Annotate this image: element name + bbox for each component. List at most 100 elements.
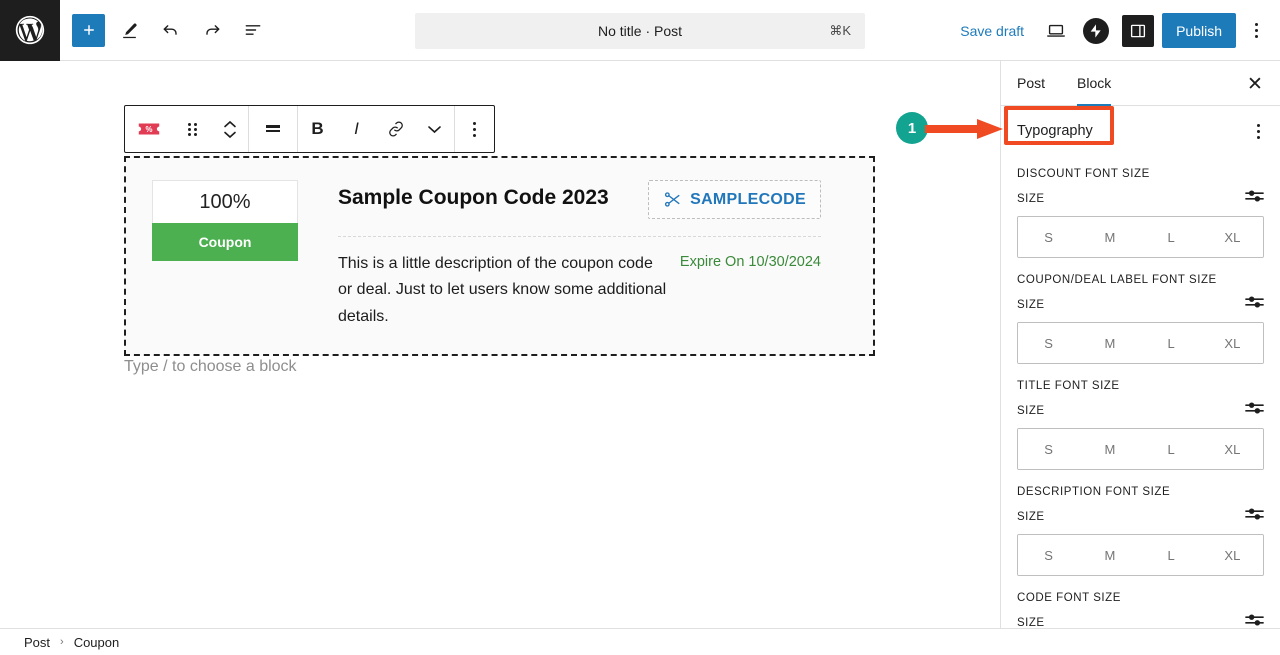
annotation-arrow-right-icon <box>925 119 1003 139</box>
size-option-s[interactable]: S <box>1018 323 1080 363</box>
undo-icon[interactable] <box>154 14 187 47</box>
document-overview-icon[interactable] <box>236 14 269 47</box>
italic-label: I <box>354 119 359 138</box>
drag-dots-icon[interactable] <box>173 106 212 152</box>
size-option-s[interactable]: S <box>1018 535 1080 575</box>
empty-paragraph-placeholder[interactable]: Type / to choose a block <box>124 358 297 376</box>
coupon-title[interactable]: Sample Coupon Code 2023 <box>338 180 609 210</box>
settings-sidebar-icon[interactable] <box>1122 14 1155 47</box>
breadcrumb-item-post[interactable]: Post <box>24 635 50 650</box>
setting-group-description-font-size: Description Font Size Size S M L XL <box>1017 486 1264 576</box>
editor-options-kebab-menu-icon[interactable] <box>1240 13 1272 49</box>
wordpress-logo-icon[interactable] <box>0 0 60 61</box>
breadcrumb-item-coupon[interactable]: Coupon <box>74 635 120 650</box>
typography-settings-list: Discount Font Size Size S M L XL Coupon/… <box>1001 168 1280 628</box>
setting-group-coupon-deal-label-font-size: Coupon/Deal Label Font Size Size S M L X… <box>1017 274 1264 364</box>
coupon-discount-area: 100% Coupon <box>152 180 298 332</box>
coupon-type-label[interactable]: Coupon <box>152 223 298 261</box>
align-icon[interactable] <box>249 106 297 152</box>
italic-button[interactable]: I <box>337 106 376 152</box>
move-block-controls[interactable] <box>212 106 248 152</box>
coupon-ticket-icon[interactable]: % <box>125 106 173 152</box>
more-formats-chevron-down-icon[interactable] <box>415 106 454 152</box>
size-option-xl[interactable]: XL <box>1201 429 1263 469</box>
group-label: Description Font Size <box>1017 486 1171 498</box>
sliders-icon[interactable] <box>1245 612 1264 628</box>
setting-group-title-font-size: Title Font Size Size S M L XL <box>1017 380 1264 470</box>
chevron-up-icon <box>224 120 236 127</box>
svg-text:%: % <box>146 125 153 134</box>
coupon-block[interactable]: 100% Coupon Sample Coupon Code 2023 SAMP… <box>124 156 875 356</box>
group-label: Title Font Size <box>1017 380 1120 392</box>
size-label: Size <box>1017 510 1045 523</box>
size-option-xl[interactable]: XL <box>1201 323 1263 363</box>
font-size-segmented-control: S M L XL <box>1017 216 1264 258</box>
sliders-icon[interactable] <box>1245 294 1264 315</box>
bold-button[interactable]: B <box>298 106 337 152</box>
redo-icon[interactable] <box>195 14 228 47</box>
group-label: Coupon/Deal Label Font Size <box>1017 274 1217 286</box>
command-shortcut-hint: ⌘K <box>829 23 851 38</box>
add-block-button[interactable] <box>72 13 105 47</box>
coupon-description[interactable]: This is a little description of the coup… <box>338 251 668 330</box>
size-option-xl[interactable]: XL <box>1201 217 1263 257</box>
coupon-details-area: Sample Coupon Code 2023 SAMPLECODE This … <box>298 180 847 332</box>
font-size-segmented-control: S M L XL <box>1017 534 1264 576</box>
size-option-xl[interactable]: XL <box>1201 535 1263 575</box>
size-option-s[interactable]: S <box>1018 429 1080 469</box>
sliders-icon[interactable] <box>1245 188 1264 209</box>
settings-sidebar: Post Block ✕ Typography Discount Font Si… <box>1000 61 1280 628</box>
typography-options-kebab-menu-icon[interactable] <box>1249 118 1268 145</box>
coupon-expire-date[interactable]: Expire On 10/30/2024 <box>680 251 821 270</box>
post-title-field[interactable]: No title · Post ⌘K <box>415 13 865 49</box>
close-icon[interactable]: ✕ <box>1240 69 1270 99</box>
top-bar-tools <box>60 13 269 47</box>
editor-top-bar: No title · Post ⌘K Save draft Publish <box>0 0 1280 61</box>
size-label: Size <box>1017 192 1045 205</box>
typography-panel-header[interactable]: Typography <box>1001 106 1280 154</box>
size-option-s[interactable]: S <box>1018 217 1080 257</box>
size-option-m[interactable]: M <box>1079 535 1141 575</box>
typography-panel-title: Typography <box>1017 123 1093 139</box>
sliders-icon[interactable] <box>1245 400 1264 421</box>
jetpack-logo-icon[interactable] <box>1078 13 1114 49</box>
breadcrumb: Post › Coupon <box>0 628 1280 655</box>
coupon-code-badge[interactable]: SAMPLECODE <box>648 180 821 219</box>
sidebar-tabs: Post Block ✕ <box>1001 61 1280 107</box>
tab-block[interactable]: Block <box>1061 61 1127 107</box>
publish-button[interactable]: Publish <box>1162 13 1236 48</box>
discount-value[interactable]: 100% <box>152 180 298 223</box>
size-option-m[interactable]: M <box>1079 429 1141 469</box>
size-label: Size <box>1017 404 1045 417</box>
save-draft-button[interactable]: Save draft <box>950 15 1034 47</box>
font-size-segmented-control: S M L XL <box>1017 428 1264 470</box>
coupon-code-text: SAMPLECODE <box>690 190 806 208</box>
size-label: Size <box>1017 616 1045 629</box>
breadcrumb-separator: › <box>60 636 64 648</box>
bold-label: B <box>311 119 324 138</box>
editor-canvas: % B I 100% Coupon Sample Coupon Code 202… <box>0 61 1000 628</box>
block-toolbar: % B I <box>124 105 495 153</box>
block-options-kebab-menu-icon[interactable] <box>455 106 494 152</box>
size-option-l[interactable]: L <box>1140 323 1202 363</box>
size-option-m[interactable]: M <box>1079 323 1141 363</box>
size-option-m[interactable]: M <box>1079 217 1141 257</box>
annotation-step-badge: 1 <box>896 112 928 144</box>
chevron-down-icon <box>224 131 236 138</box>
size-label: Size <box>1017 298 1045 311</box>
setting-group-discount-font-size: Discount Font Size Size S M L XL <box>1017 168 1264 258</box>
scissors-icon <box>665 192 680 207</box>
group-label: Code Font Size <box>1017 592 1121 604</box>
size-option-l[interactable]: L <box>1140 535 1202 575</box>
size-option-l[interactable]: L <box>1140 429 1202 469</box>
size-option-l[interactable]: L <box>1140 217 1202 257</box>
sliders-icon[interactable] <box>1245 506 1264 527</box>
edit-pencil-icon[interactable] <box>113 14 146 47</box>
wordpress-block-editor: No title · Post ⌘K Save draft Publish % … <box>0 0 1280 655</box>
link-icon[interactable] <box>376 106 415 152</box>
top-bar-actions: Save draft Publish <box>950 0 1272 61</box>
post-title-text: No title · Post <box>597 23 683 39</box>
laptop-preview-icon[interactable] <box>1038 13 1074 49</box>
font-size-segmented-control: S M L XL <box>1017 322 1264 364</box>
tab-post[interactable]: Post <box>1001 61 1061 106</box>
